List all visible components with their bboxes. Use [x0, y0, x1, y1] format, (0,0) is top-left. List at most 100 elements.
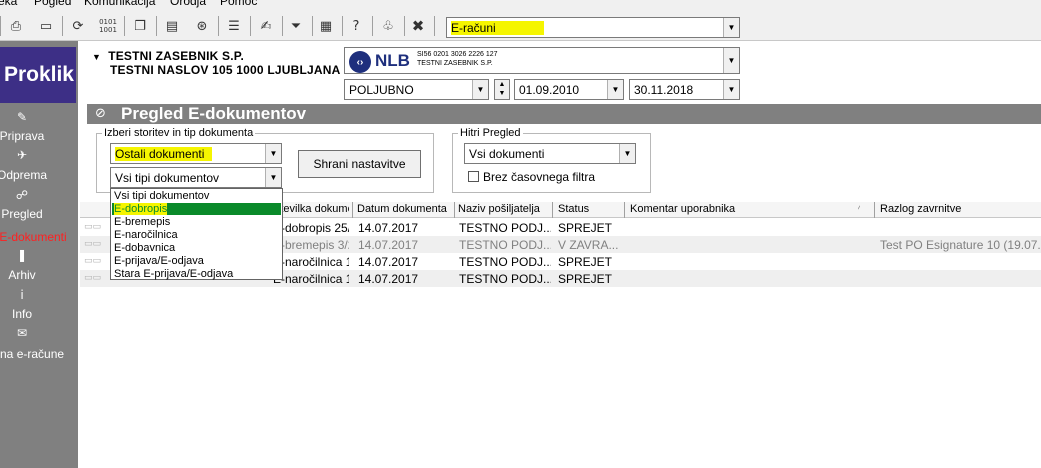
column-header-sender[interactable]: Naziv pošiljatelja [458, 203, 550, 215]
column-header-date[interactable]: Datum dokumenta [357, 203, 452, 215]
sidebar-item-pregled[interactable]: Pregled [0, 207, 62, 221]
menu-item-tools[interactable]: Orodja [170, 0, 206, 8]
dropdown-option[interactable]: E-bremepis [112, 216, 281, 228]
spin-down-icon[interactable]: ▼ [499, 90, 506, 97]
sidebar-item-e-racuni[interactable]: ve na e-račune [0, 347, 94, 361]
menu-item-view[interactable]: Pogled [34, 0, 71, 8]
save-settings-button[interactable]: Shrani nastavitve [298, 150, 421, 178]
cell-status: V ZAVRA... [558, 238, 619, 252]
cell-reason: Test PO Esignature 10 (19.07.2017 [880, 238, 1041, 252]
cell-sender: TESTNO PODJ... [459, 255, 551, 269]
chevron-down-icon[interactable]: ▼ [607, 80, 623, 99]
document-icon: ▭▭ [84, 273, 102, 283]
cell-sender: TESTNO PODJ... [459, 238, 551, 252]
column-header-comment[interactable]: Komentar uporabnika [630, 203, 850, 215]
menu-bar: eka Pogled Komunikacija Orodja Pomoč [0, 0, 1041, 8]
doc-type-select-value: Vsi tipi dokumentov [115, 171, 220, 185]
sidebar-item-arhiv[interactable]: Arhiv [0, 268, 62, 282]
service-group-label: Izberi storitev in tip dokumenta [102, 127, 256, 139]
caret-down-icon[interactable]: ▼ [92, 52, 101, 62]
doc-type-select[interactable]: Vsi tipi dokumentov ▼ [110, 167, 282, 188]
cell-sender: TESTNO PODJ... [459, 221, 551, 235]
dropdown-option[interactable]: E-prijava/E-odjava [112, 255, 281, 267]
dropdown-option[interactable]: Stara E-prijava/E-odjava [112, 268, 281, 280]
preview-icon[interactable]: ▭ [36, 16, 56, 36]
calc-icon[interactable]: ⊛ [192, 16, 212, 36]
arhiv-icon: ❚ [16, 248, 28, 262]
toolbar-separator [250, 16, 251, 36]
sign-icon[interactable]: ✍ [256, 16, 276, 36]
close-icon[interactable]: ✖ [408, 16, 428, 36]
bank-account-details: SI56 0201 3026 2226 127 TESTNI ZASEBNIK … [417, 50, 498, 68]
no-time-filter-label: Brez časovnega filtra [483, 170, 596, 184]
toolbar-separator [372, 16, 373, 36]
column-header-status[interactable]: Status [558, 203, 618, 215]
chevron-down-icon[interactable]: ▼ [265, 144, 281, 163]
no-time-filter-checkbox[interactable] [468, 171, 479, 182]
priprava-icon: ✎ [16, 110, 28, 124]
document-icon: ▭▭ [84, 239, 102, 249]
menu-item-communication[interactable]: Komunikacija [84, 0, 155, 8]
date-from-picker[interactable]: 01.09.2010 ▼ [514, 79, 624, 100]
column-divider [874, 202, 875, 218]
toolbar-separator [124, 16, 125, 36]
toolbar-separator [434, 16, 435, 36]
bell-icon[interactable]: ♧ [378, 16, 398, 36]
edit-icon[interactable]: ▤ [162, 16, 182, 36]
chevron-down-icon[interactable]: ▼ [472, 80, 488, 99]
toolbar-separator [62, 16, 63, 36]
service-select[interactable]: Ostali dokumenti ▼ [110, 143, 282, 164]
document-icon: ▭▭ [84, 256, 102, 266]
toolbar-separator [282, 16, 283, 36]
menu-item-file[interactable]: eka [0, 0, 17, 8]
cell-status: SPREJET [558, 221, 613, 235]
status-filter-select[interactable]: POLJUBNO ▼ [344, 79, 489, 100]
spreadsheet-icon[interactable]: ▦ [316, 16, 336, 36]
date-to-picker[interactable]: 30.11.2018 ▼ [629, 79, 740, 100]
dropdown-option[interactable]: E-dobavnica [112, 242, 281, 254]
dropdown-option[interactable]: Vsi tipi dokumentov [112, 190, 281, 202]
odprema-icon: ✈ [16, 148, 28, 162]
quick-view-label: Hitri Pregled [458, 127, 523, 139]
mail-icon: ✉ [16, 326, 28, 340]
quick-view-value: Vsi dokumenti [469, 147, 545, 161]
dropdown-option[interactable]: E-naročilnica [112, 229, 281, 241]
filter-icon[interactable]: ⏷ [286, 16, 306, 36]
module-select-value: E-računi [451, 21, 544, 35]
doc-type-dropdown-list: Vsi tipi dokumentov E-dobropis E-bremepi… [110, 188, 283, 280]
sidebar-item-e-dokumenti[interactable]: E-dokumenti [0, 230, 73, 244]
stamp-icon[interactable]: ☰ [224, 16, 244, 36]
spin-up-icon[interactable]: ▲ [499, 81, 506, 88]
sidebar-item-info[interactable]: Info [0, 307, 62, 321]
date-spinner[interactable]: ▲ ▼ [494, 79, 510, 100]
chevron-down-icon[interactable]: ▼ [723, 18, 739, 37]
help-icon[interactable]: ? [346, 16, 366, 36]
toolbar-separator [312, 16, 313, 36]
print-icon[interactable]: ⎙ [6, 16, 26, 36]
sidebar-item-odprema[interactable]: Odprema [0, 168, 62, 182]
binary-icon[interactable]: 0101 1001 [98, 16, 118, 36]
sort-icon[interactable]: ∕ [858, 203, 860, 215]
copy-icon[interactable]: ❐ [130, 16, 150, 36]
chevron-down-icon[interactable]: ▼ [265, 168, 281, 187]
cell-status: SPREJET [558, 255, 613, 269]
chevron-down-icon[interactable]: ▼ [723, 80, 739, 99]
dropdown-option-selected[interactable]: E-dobropis [112, 203, 281, 215]
bank-holder: TESTNI ZASEBNIK S.P. [417, 60, 493, 67]
chevron-down-icon[interactable]: ▼ [619, 144, 635, 163]
attachment-icon: ⊘ [95, 106, 106, 121]
cell-date: 14.07.2017 [358, 272, 419, 286]
menu-item-help[interactable]: Pomoč [220, 0, 257, 8]
column-header-number[interactable]: Številka dokume... [273, 203, 349, 215]
section-title: Pregled E-dokumentov [121, 104, 307, 123]
date-from-value: 01.09.2010 [519, 83, 580, 97]
sidebar-item-priprava[interactable]: Priprava [0, 129, 62, 143]
module-select[interactable]: E-računi ▼ [446, 17, 740, 38]
chevron-down-icon[interactable]: ▼ [723, 48, 739, 73]
column-header-reason[interactable]: Razlog zavrnitve [880, 203, 1040, 215]
quick-view-select[interactable]: Vsi dokumenti ▼ [464, 143, 636, 164]
bank-account-select[interactable]: ‹› NLB SI56 0201 3026 2226 127 TESTNI ZA… [344, 47, 740, 74]
refresh-icon[interactable]: ⟳ [68, 16, 88, 36]
pregled-icon: ☍ [15, 188, 29, 202]
cell-number: E-dobropis 25/17 [273, 221, 349, 235]
